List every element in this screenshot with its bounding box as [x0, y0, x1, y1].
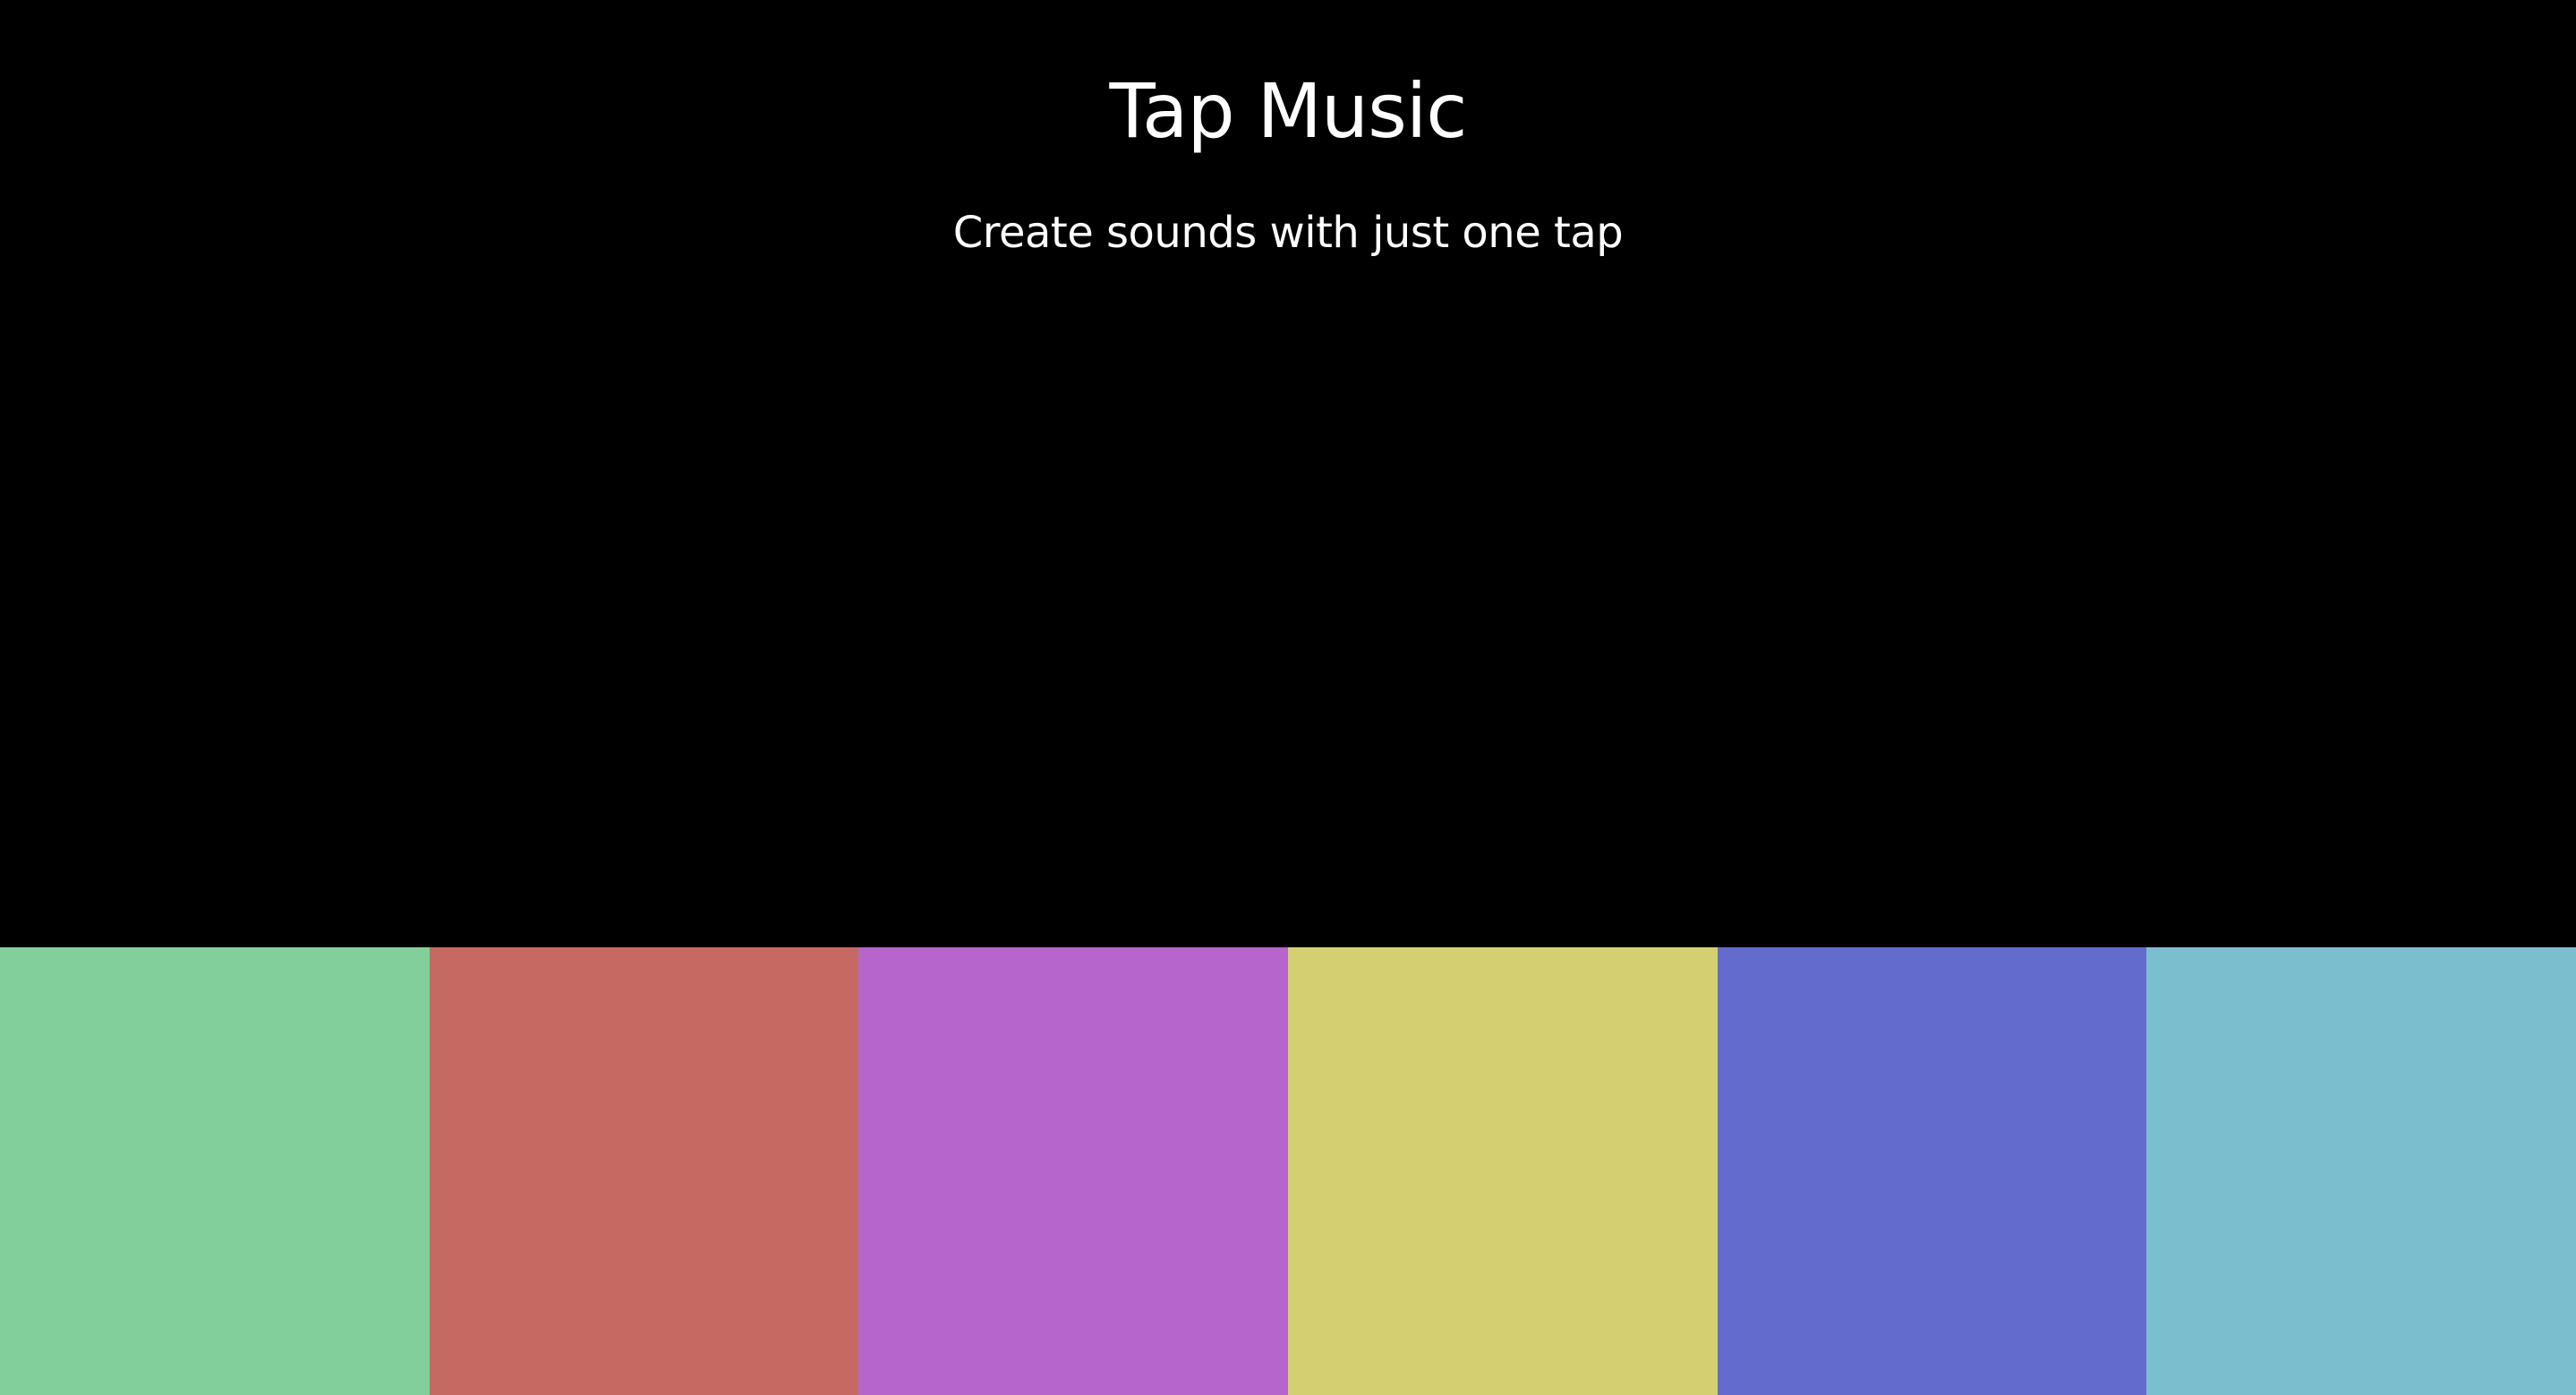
sound-pads [0, 947, 2576, 1395]
sound-pad-2[interactable] [429, 947, 859, 1395]
sound-pad-6[interactable] [2146, 947, 2576, 1395]
page-subtitle: Create sounds with just one tap [952, 208, 1624, 258]
header: Tap Music Create sounds with just one ta… [0, 0, 2576, 947]
tap-music-app: Tap Music Create sounds with just one ta… [0, 0, 2576, 1395]
page-title: Tap Music [1109, 67, 1468, 155]
sound-pad-1[interactable] [0, 947, 430, 1395]
sound-pad-5[interactable] [1717, 947, 2147, 1395]
sound-pad-4[interactable] [1288, 947, 1718, 1395]
sound-pad-3[interactable] [858, 947, 1289, 1395]
